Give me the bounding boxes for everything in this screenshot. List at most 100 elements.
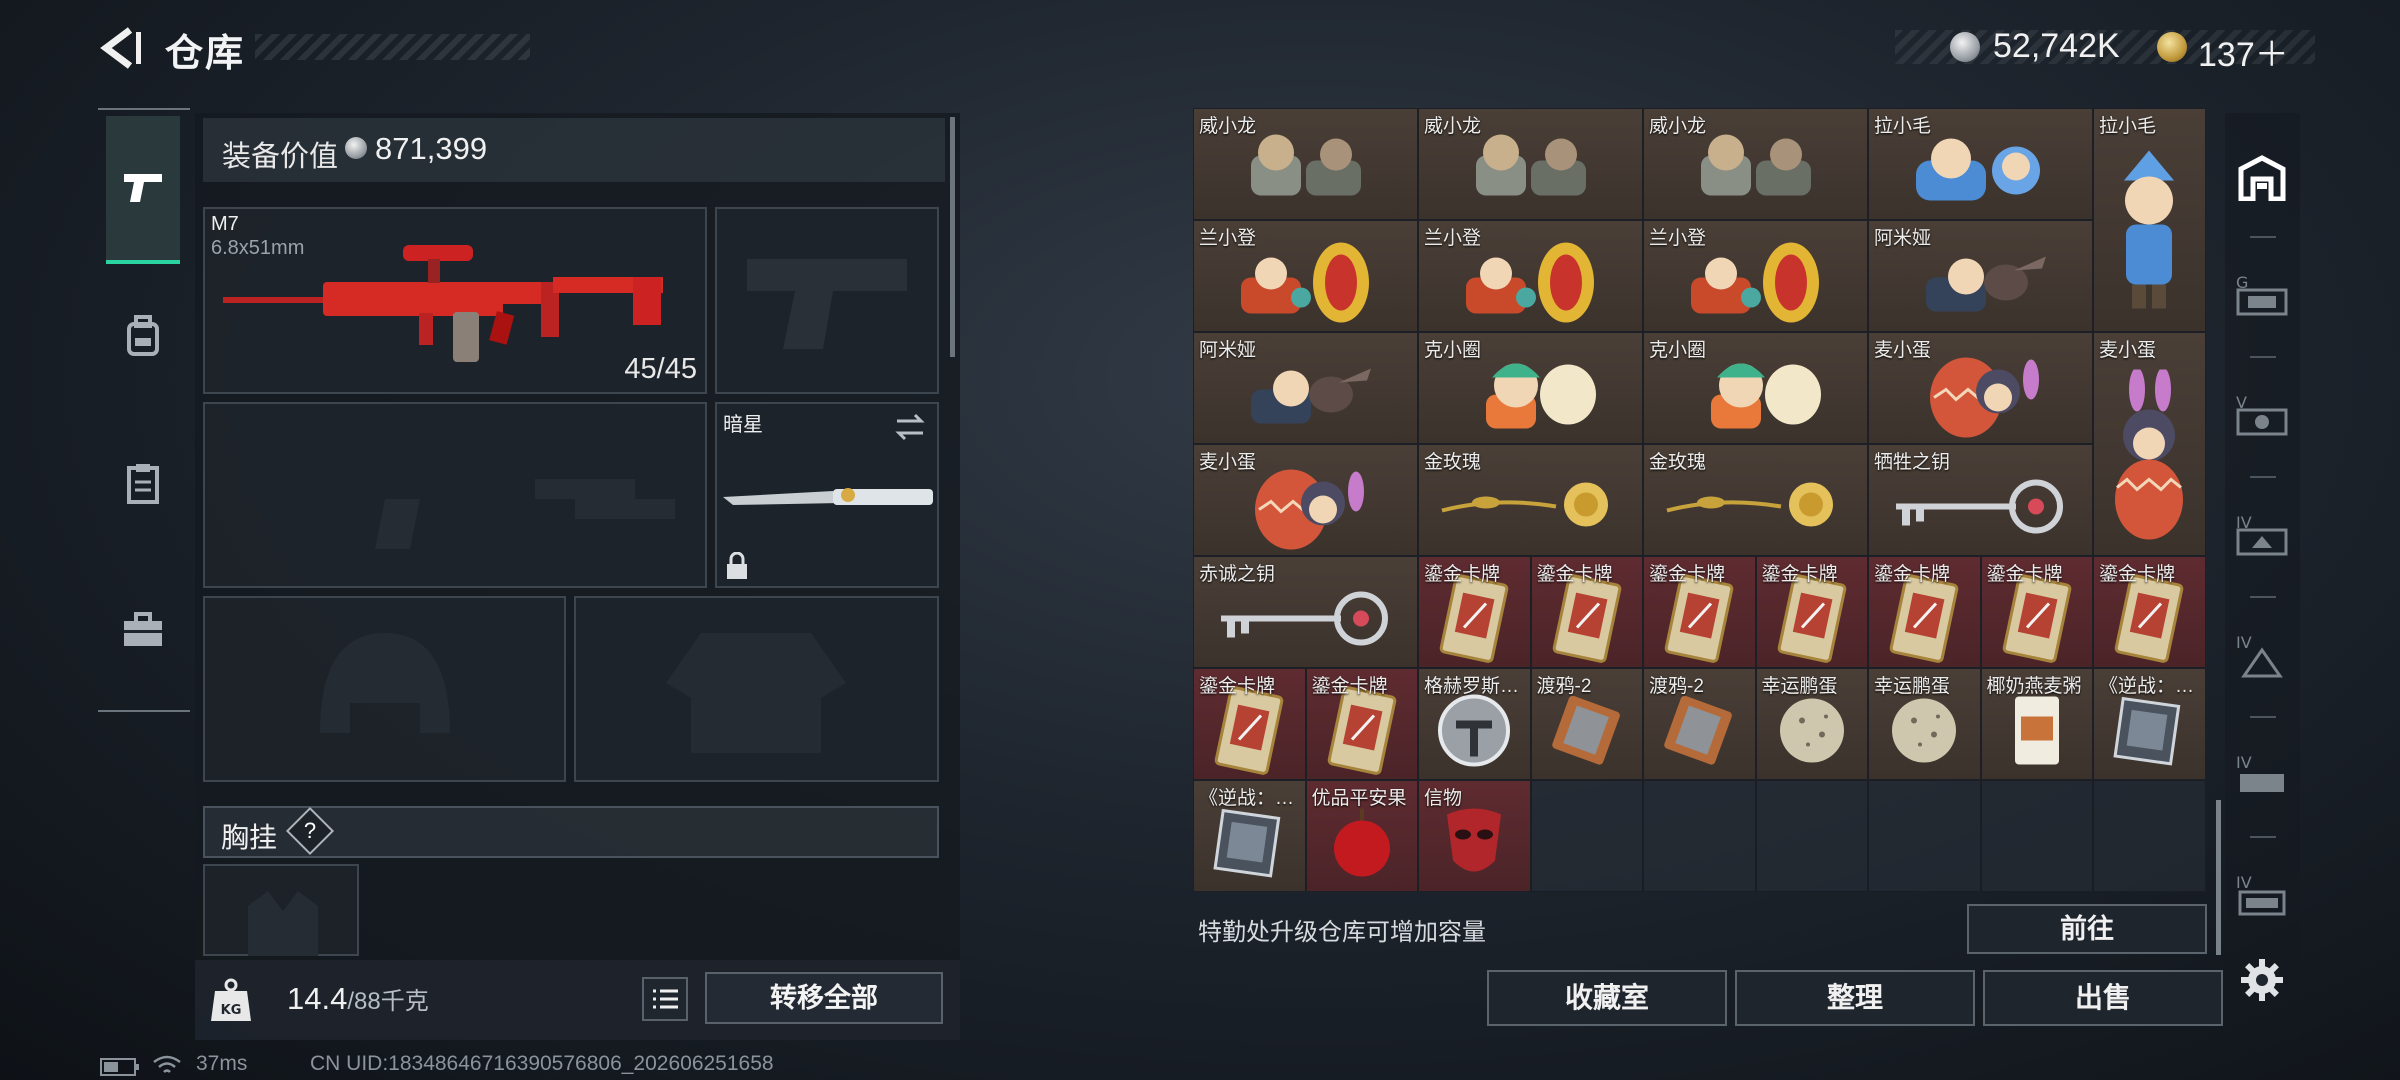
stash-item-label: 赤诚之钥 [1199, 564, 1276, 585]
egg-icon [1884, 690, 1964, 775]
stash-item[interactable]: 幸运鹏蛋 [1755, 668, 1868, 780]
stash-item[interactable]: 拉小毛 [1868, 108, 2093, 220]
stash-item[interactable]: 兰小登 [1193, 220, 1418, 332]
transfer-all-button[interactable]: 转移全部 [705, 972, 943, 1024]
stash-item[interactable]: 渡鸦-2 [1530, 668, 1643, 780]
stash-item[interactable]: 克小圈 [1643, 332, 1868, 444]
stash-cell-empty[interactable] [1643, 780, 1756, 892]
stash-item[interactable]: 《逆战：… [2093, 668, 2206, 780]
stash-item[interactable]: 鎏金卡牌 [1980, 556, 2093, 668]
stash-item[interactable]: 信物 [1418, 780, 1531, 892]
stash-item-label: 麦小蛋 [1874, 340, 1932, 361]
card-icon [1209, 685, 1289, 779]
disc-icon [1434, 690, 1514, 775]
chest-rig-slot-empty[interactable] [203, 864, 359, 956]
primary-weapon-slot[interactable]: M7 6.8x51mm 45/45 [203, 207, 707, 394]
stash-item-label: 拉小毛 [1874, 116, 1932, 137]
stash-item[interactable]: 椰奶燕麦粥 [1980, 668, 2093, 780]
tier-6-tab[interactable]: G [2232, 265, 2292, 325]
goto-button[interactable]: 前往 [1967, 904, 2207, 954]
tier-4-tab-1[interactable]: IV [2232, 505, 2292, 565]
stash-item[interactable]: 格赫罗斯… [1418, 668, 1531, 780]
nav-toolbox[interactable] [106, 556, 180, 704]
stash-item[interactable]: 威小龙 [1418, 108, 1643, 220]
tier-6-icon: G [2236, 273, 2288, 316]
stash-item[interactable]: 威小龙 [1643, 108, 1868, 220]
stash-cell-empty[interactable] [1980, 780, 2093, 892]
right-nav-divider [2250, 596, 2276, 598]
tier-4-icon: IV [2236, 513, 2288, 556]
stash-item[interactable]: 兰小登 [1643, 220, 1868, 332]
stash-scrollbar[interactable] [2216, 800, 2221, 955]
stash-item[interactable]: 兰小登 [1418, 220, 1643, 332]
carry-weight: 14.4/88千克 [287, 981, 429, 1016]
tier-4-tab-4[interactable]: IV [2232, 865, 2292, 925]
stash-item[interactable]: 克小圈 [1418, 332, 1643, 444]
storage-tab[interactable] [2232, 148, 2292, 208]
stash-item[interactable]: 金玫瑰 [1643, 444, 1868, 556]
sidearm-slot-empty[interactable] [715, 207, 939, 394]
stash-item-label: 威小龙 [1649, 116, 1707, 137]
stash-item[interactable]: 幸运鹏蛋 [1868, 668, 1981, 780]
loadout-scrollbar[interactable] [950, 117, 955, 357]
stash-item[interactable]: 《逆战：… [1193, 780, 1306, 892]
gold-balance[interactable]: 137＋ [2198, 27, 2289, 76]
tier-5-tab[interactable]: V [2232, 385, 2292, 445]
stash-item-label: 威小龙 [1424, 116, 1482, 137]
knife-icon [723, 488, 933, 505]
stash-item[interactable]: 鎏金卡牌 [1418, 556, 1531, 668]
stash-item[interactable]: 鎏金卡牌 [2093, 556, 2206, 668]
stash-item-label: 兰小登 [1199, 228, 1257, 249]
helmet-slot-empty[interactable] [203, 596, 566, 782]
stash-item[interactable]: 渡鸦-2 [1643, 668, 1756, 780]
nav-weapons[interactable] [106, 116, 180, 264]
stash-item[interactable]: 阿米娅 [1868, 220, 2093, 332]
sell-button[interactable]: 出售 [1983, 970, 2223, 1026]
list-view-button[interactable] [642, 977, 688, 1021]
stash-item[interactable]: 金玫瑰 [1418, 444, 1643, 556]
stash-cell-empty[interactable] [1755, 780, 1868, 892]
stash-item[interactable]: 鎏金卡牌 [1643, 556, 1756, 668]
stash-item[interactable]: 赤诚之钥 [1193, 556, 1418, 668]
stash-item[interactable]: 威小龙 [1193, 108, 1418, 220]
stash-item-label: 鎏金卡牌 [1761, 564, 1838, 585]
stash-item[interactable]: 鎏金卡牌 [1530, 556, 1643, 668]
tier-4-tab-3[interactable]: IV [2232, 745, 2292, 805]
storage-icon [2238, 155, 2286, 201]
stash-item[interactable]: 鎏金卡牌 [1305, 668, 1418, 780]
armor-slot-empty[interactable] [574, 596, 939, 782]
stash-cell-empty[interactable] [2093, 780, 2206, 892]
right-nav-divider [2250, 476, 2276, 478]
right-nav-divider [2250, 356, 2276, 358]
help-icon[interactable]: ? [285, 806, 335, 856]
back-arrow-icon[interactable] [96, 24, 144, 72]
stash-item[interactable]: 鎏金卡牌 [1755, 556, 1868, 668]
wifi-icon [153, 1055, 181, 1073]
stash-item[interactable]: 麦小蛋 [1868, 332, 2093, 444]
stash-cell-empty[interactable] [1868, 780, 1981, 892]
backpack-icon [127, 315, 159, 356]
card-icon [1322, 685, 1402, 779]
svg-text:IV: IV [2236, 753, 2252, 772]
organize-button[interactable]: 整理 [1735, 970, 1975, 1026]
tier-4-tab-2[interactable]: IV [2232, 625, 2292, 685]
stash-item-label: 信物 [1424, 788, 1463, 809]
stash-item[interactable]: 牺牲之钥 [1868, 444, 2093, 556]
stash-item[interactable]: 麦小蛋 [2093, 332, 2206, 556]
melee-slot[interactable]: 暗星 [715, 402, 939, 588]
stash-cell-empty[interactable] [1530, 780, 1643, 892]
stash-item[interactable]: 鎏金卡牌 [1868, 556, 1981, 668]
nav-backpack[interactable] [106, 262, 180, 410]
card-icon [1772, 573, 1852, 667]
settings-button[interactable] [2232, 950, 2292, 1010]
stash-item[interactable]: 优品平安果 [1305, 780, 1418, 892]
collection-room-button[interactable]: 收藏室 [1487, 970, 1727, 1026]
secondary-weapon-slot-empty[interactable] [203, 402, 707, 588]
stash-item[interactable]: 拉小毛 [2093, 108, 2206, 332]
stash-item[interactable]: 阿米娅 [1193, 332, 1418, 444]
gold-rose-icon [1436, 476, 1626, 541]
stash-item[interactable]: 鎏金卡牌 [1193, 668, 1306, 780]
stash-item[interactable]: 麦小蛋 [1193, 444, 1418, 556]
nav-clipboard[interactable] [106, 410, 180, 558]
swap-icon[interactable] [893, 412, 927, 442]
